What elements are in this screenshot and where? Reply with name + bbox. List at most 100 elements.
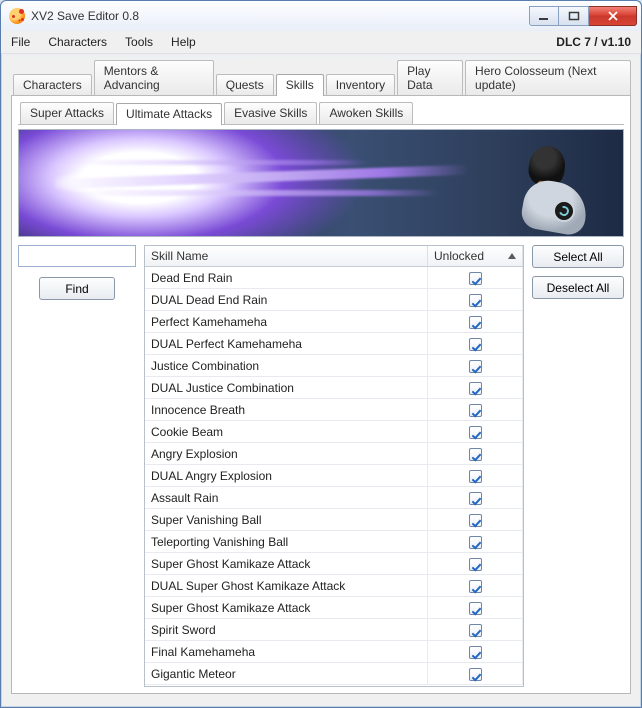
skill-name-cell: DUAL Angry Explosion [145,465,428,487]
skill-name-cell: Teleporting Vanishing Ball [145,531,428,553]
skill-name-cell: Justice Combination [145,355,428,377]
titlebar[interactable]: XV2 Save Editor 0.8 [1,1,641,31]
skill-name-cell: Angry Explosion [145,443,428,465]
menu-file[interactable]: File [11,35,30,49]
app-window: XV2 Save Editor 0.8 File Characters Tool… [0,0,642,708]
unlocked-checkbox[interactable] [469,668,482,681]
unlocked-cell [428,465,523,487]
menubar: File Characters Tools Help DLC 7 / v1.10 [1,31,641,54]
unlocked-cell [428,509,523,531]
grid-scroll[interactable]: Skill Name Unlocked Dead End RainDUAL De… [145,246,523,686]
unlocked-checkbox[interactable] [469,316,482,329]
banner-image [18,129,624,237]
main-tab-characters[interactable]: Characters [13,74,92,95]
search-column: Find [18,245,136,300]
column-unlocked[interactable]: Unlocked [428,246,523,267]
table-row[interactable]: Assault Rain [145,487,523,509]
maximize-button[interactable] [559,6,589,26]
menu-tools[interactable]: Tools [125,35,153,49]
skill-name-cell: Innocence Breath [145,399,428,421]
unlocked-checkbox[interactable] [469,646,482,659]
table-row[interactable]: Gigantic Meteor [145,663,523,685]
unlocked-checkbox[interactable] [469,426,482,439]
unlocked-cell [428,575,523,597]
skill-name-cell: Spirit Sword [145,619,428,641]
skill-name-cell: Super Ghost Kamikaze Attack [145,597,428,619]
unlocked-cell [428,663,523,685]
unlocked-checkbox[interactable] [469,624,482,637]
unlocked-checkbox[interactable] [469,294,482,307]
sub-tabstrip: Super AttacksUltimate AttacksEvasive Ski… [18,102,624,125]
table-row[interactable]: Teleporting Vanishing Ball [145,531,523,553]
find-button[interactable]: Find [39,277,115,300]
column-skill-name[interactable]: Skill Name [145,246,428,267]
main-tab-play-data[interactable]: Play Data [397,60,463,95]
unlocked-cell [428,443,523,465]
main-tab-hero-colosseum-next-update[interactable]: Hero Colosseum (Next update) [465,60,631,95]
table-row[interactable]: DUAL Angry Explosion [145,465,523,487]
window-controls [529,6,637,26]
table-row[interactable]: Super Vanishing Ball [145,509,523,531]
sub-tab-evasive-skills[interactable]: Evasive Skills [224,102,317,124]
unlocked-cell [428,597,523,619]
unlocked-checkbox[interactable] [469,580,482,593]
unlocked-cell [428,619,523,641]
main-tab-quests[interactable]: Quests [216,74,274,95]
unlocked-checkbox[interactable] [469,492,482,505]
skills-grid: Skill Name Unlocked Dead End RainDUAL De… [144,245,524,687]
sub-tab-awoken-skills[interactable]: Awoken Skills [319,102,413,124]
unlocked-checkbox[interactable] [469,272,482,285]
table-row[interactable]: Dead End Rain [145,267,523,289]
skill-name-cell: Final Kamehameha [145,641,428,663]
table-row[interactable]: Justice Combination [145,355,523,377]
version-label: DLC 7 / v1.10 [556,35,631,49]
unlocked-cell [428,355,523,377]
main-tab-inventory[interactable]: Inventory [326,74,395,95]
skill-name-cell: DUAL Super Ghost Kamikaze Attack [145,575,428,597]
minimize-button[interactable] [529,6,559,26]
menu-help[interactable]: Help [171,35,196,49]
unlocked-checkbox[interactable] [469,514,482,527]
unlocked-checkbox[interactable] [469,404,482,417]
main-tab-skills[interactable]: Skills [276,74,324,96]
sub-tab-ultimate-attacks[interactable]: Ultimate Attacks [116,103,222,125]
unlocked-cell [428,531,523,553]
window-title: XV2 Save Editor 0.8 [31,9,139,23]
skill-name-cell: DUAL Perfect Kamehameha [145,333,428,355]
unlocked-checkbox[interactable] [469,558,482,571]
main-tab-mentors-advancing[interactable]: Mentors & Advancing [94,60,214,95]
table-row[interactable]: Super Ghost Kamikaze Attack [145,553,523,575]
table-row[interactable]: DUAL Super Ghost Kamikaze Attack [145,575,523,597]
select-all-button[interactable]: Select All [532,245,624,268]
unlocked-checkbox[interactable] [469,382,482,395]
app-icon [9,8,25,24]
table-row[interactable]: Perfect Kamehameha [145,311,523,333]
sub-tab-super-attacks[interactable]: Super Attacks [20,102,114,124]
unlocked-checkbox[interactable] [469,602,482,615]
table-row[interactable]: Cookie Beam [145,421,523,443]
unlocked-cell [428,641,523,663]
deselect-all-button[interactable]: Deselect All [532,276,624,299]
table-row[interactable]: DUAL Justice Combination [145,377,523,399]
unlocked-checkbox[interactable] [469,448,482,461]
search-input[interactable] [18,245,136,267]
unlocked-checkbox[interactable] [469,536,482,549]
table-row[interactable]: DUAL Dead End Rain [145,289,523,311]
close-button[interactable] [589,6,637,26]
skills-panel: Super AttacksUltimate AttacksEvasive Ski… [11,96,631,694]
table-row[interactable]: DUAL Perfect Kamehameha [145,333,523,355]
selection-buttons: Select All Deselect All [532,245,624,299]
skill-name-cell: DUAL Justice Combination [145,377,428,399]
table-row[interactable]: Angry Explosion [145,443,523,465]
table-row[interactable]: Spirit Sword [145,619,523,641]
skill-name-cell: Gigantic Meteor [145,663,428,685]
table-row[interactable]: Final Kamehameha [145,641,523,663]
unlocked-checkbox[interactable] [469,338,482,351]
unlocked-cell [428,553,523,575]
table-row[interactable]: Innocence Breath [145,399,523,421]
menu-characters[interactable]: Characters [48,35,107,49]
skill-name-cell: Super Ghost Kamikaze Attack [145,553,428,575]
unlocked-checkbox[interactable] [469,360,482,373]
unlocked-checkbox[interactable] [469,470,482,483]
table-row[interactable]: Super Ghost Kamikaze Attack [145,597,523,619]
